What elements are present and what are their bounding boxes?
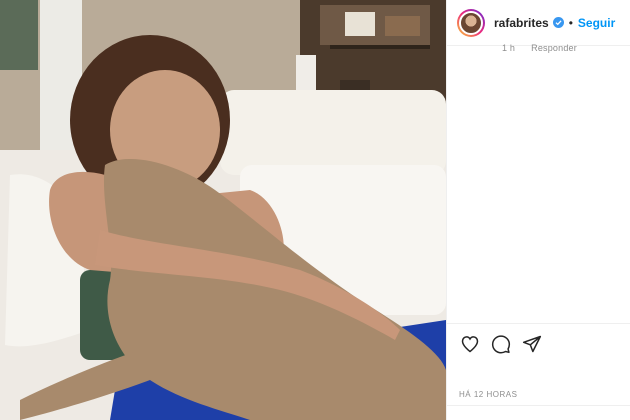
comment-meta: 1 h Responder — [502, 43, 577, 53]
separator-dot: • — [568, 15, 573, 30]
share-button[interactable] — [521, 333, 543, 355]
post-image — [0, 0, 446, 420]
verified-badge-icon — [552, 17, 564, 28]
actions-divider — [447, 323, 630, 324]
heart-icon — [461, 336, 479, 353]
reply-button[interactable]: Responder — [531, 43, 577, 53]
post-photo[interactable] — [0, 0, 446, 420]
post-timestamp: HÁ 12 HORAS — [459, 390, 518, 399]
follow-button[interactable]: Seguir — [578, 16, 615, 30]
avatar[interactable] — [457, 8, 485, 37]
share-icon — [522, 335, 542, 353]
comment-button[interactable] — [490, 333, 512, 355]
bottom-divider — [447, 405, 630, 406]
avatar-image — [459, 10, 483, 35]
comment-icon — [491, 335, 511, 354]
post-actions — [447, 330, 630, 358]
post-sidebar: rafabrites • Seguir 1 h Responder HÁ 12 H… — [446, 0, 630, 420]
comment-time: 1 h — [502, 43, 516, 53]
like-button[interactable] — [459, 333, 481, 355]
username-link[interactable]: rafabrites — [494, 16, 549, 30]
post-header: rafabrites • Seguir — [447, 0, 630, 46]
